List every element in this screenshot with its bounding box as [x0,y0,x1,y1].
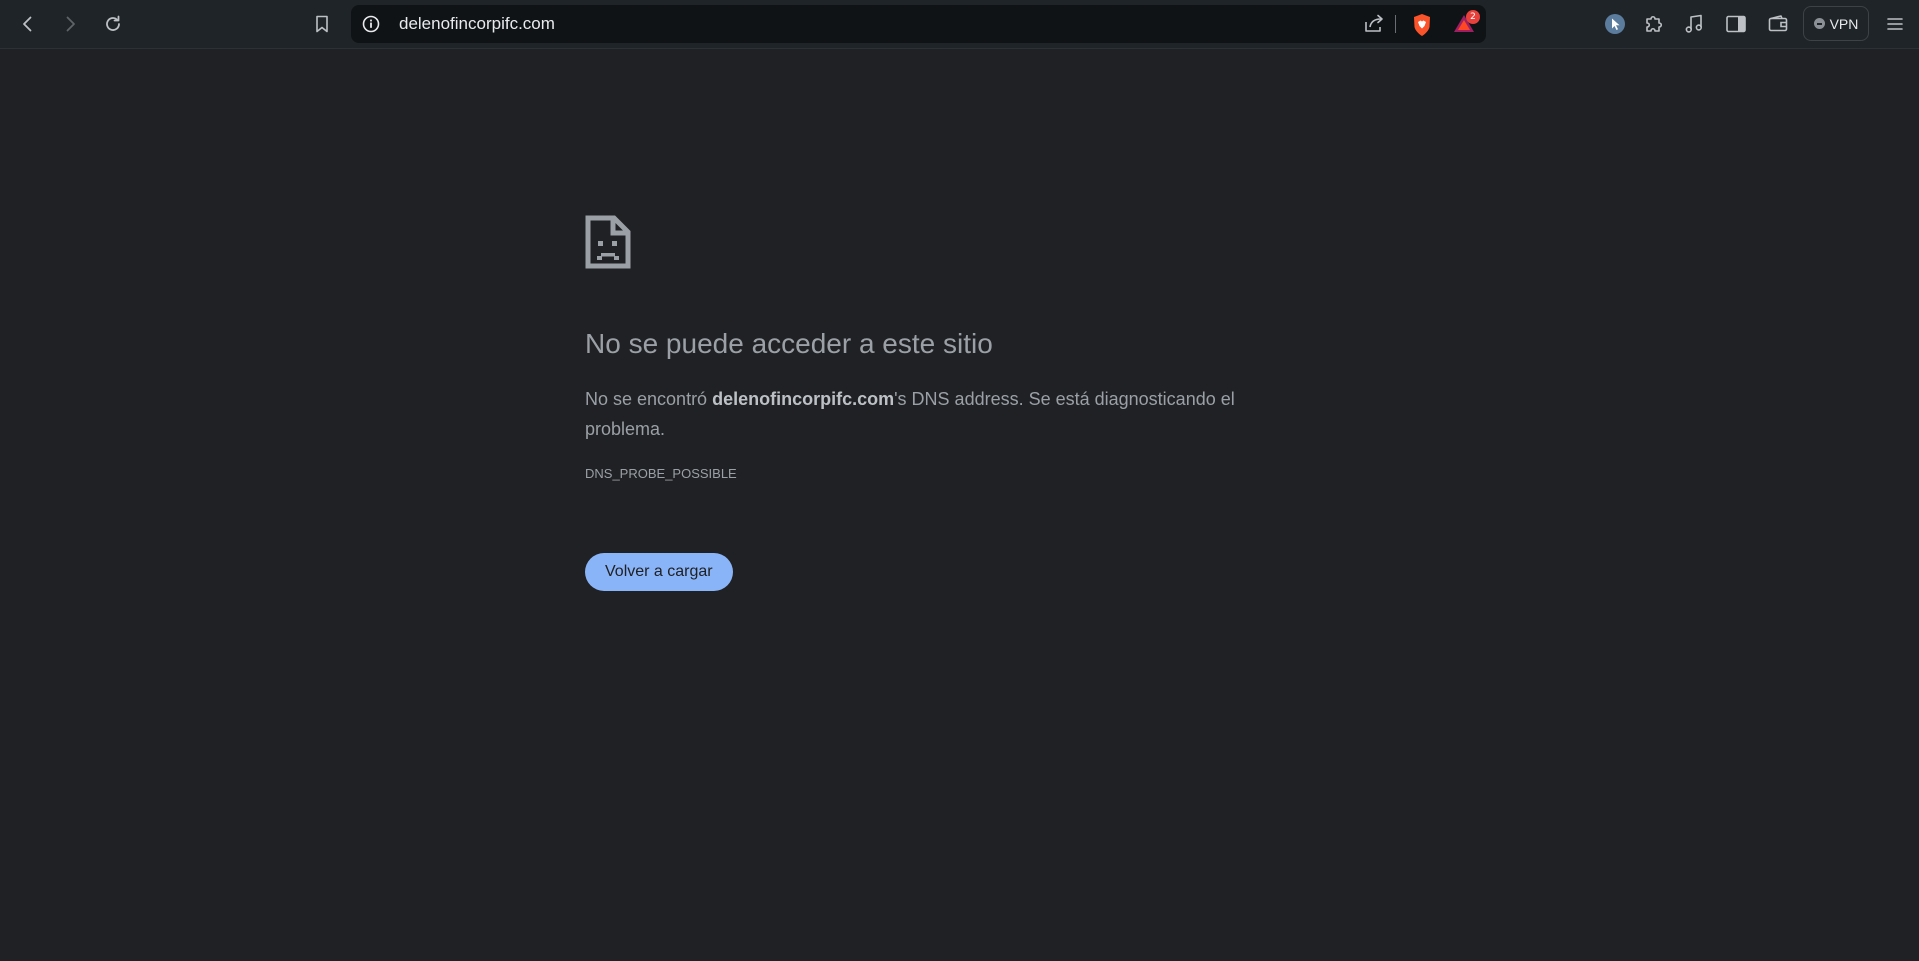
bookmark-button[interactable] [305,7,339,41]
sad-document-icon [585,215,631,269]
rewards-badge: 2 [1466,10,1480,24]
address-bar[interactable]: delenofincorpifc.com 2 [351,5,1486,43]
chevron-left-icon [23,16,32,32]
bookmark-icon [316,15,328,33]
error-title: No se puede acceder a este sitio [585,328,993,359]
menu-button[interactable] [1878,7,1912,41]
browser-toolbar: delenofincorpifc.com 2 VPN [0,0,1919,49]
vpn-button[interactable]: VPN [1803,6,1869,41]
brave-shield-icon[interactable] [1409,12,1435,38]
wallet-icon [1768,15,1788,32]
info-icon[interactable] [361,14,381,34]
error-domain: delenofincorpifc.com [712,389,895,409]
error-description: No se encontró delenofincorpifc.com's DN… [585,384,1265,444]
vpn-label: VPN [1829,15,1859,32]
vpn-status-icon [1813,18,1825,29]
media-button[interactable] [1677,7,1711,41]
share-icon[interactable] [1361,12,1387,36]
hamburger-menu-icon [1887,18,1903,30]
extensions-button[interactable] [1637,7,1671,41]
sidebar-button[interactable] [1719,7,1753,41]
puzzle-icon [1646,15,1663,32]
brave-rewards-icon[interactable]: 2 [1451,10,1481,38]
music-note-icon [1685,14,1702,33]
sidebar-icon [1726,15,1746,33]
forward-button[interactable] [53,7,87,41]
cursor-extension-icon [1605,14,1625,34]
cursor-extension-button[interactable] [1598,7,1632,41]
url-text[interactable]: delenofincorpifc.com [399,5,555,43]
reload-icon [106,15,120,31]
divider [1395,15,1396,33]
wallet-button[interactable] [1761,7,1795,41]
reload-button[interactable] [96,7,130,41]
error-description-prefix: No se encontró [585,389,713,409]
back-button[interactable] [11,7,45,41]
reload-page-button[interactable]: Volver a cargar [585,553,733,591]
chevron-right-icon [66,16,75,32]
error-code: DNS_PROBE_POSSIBLE [585,466,737,481]
